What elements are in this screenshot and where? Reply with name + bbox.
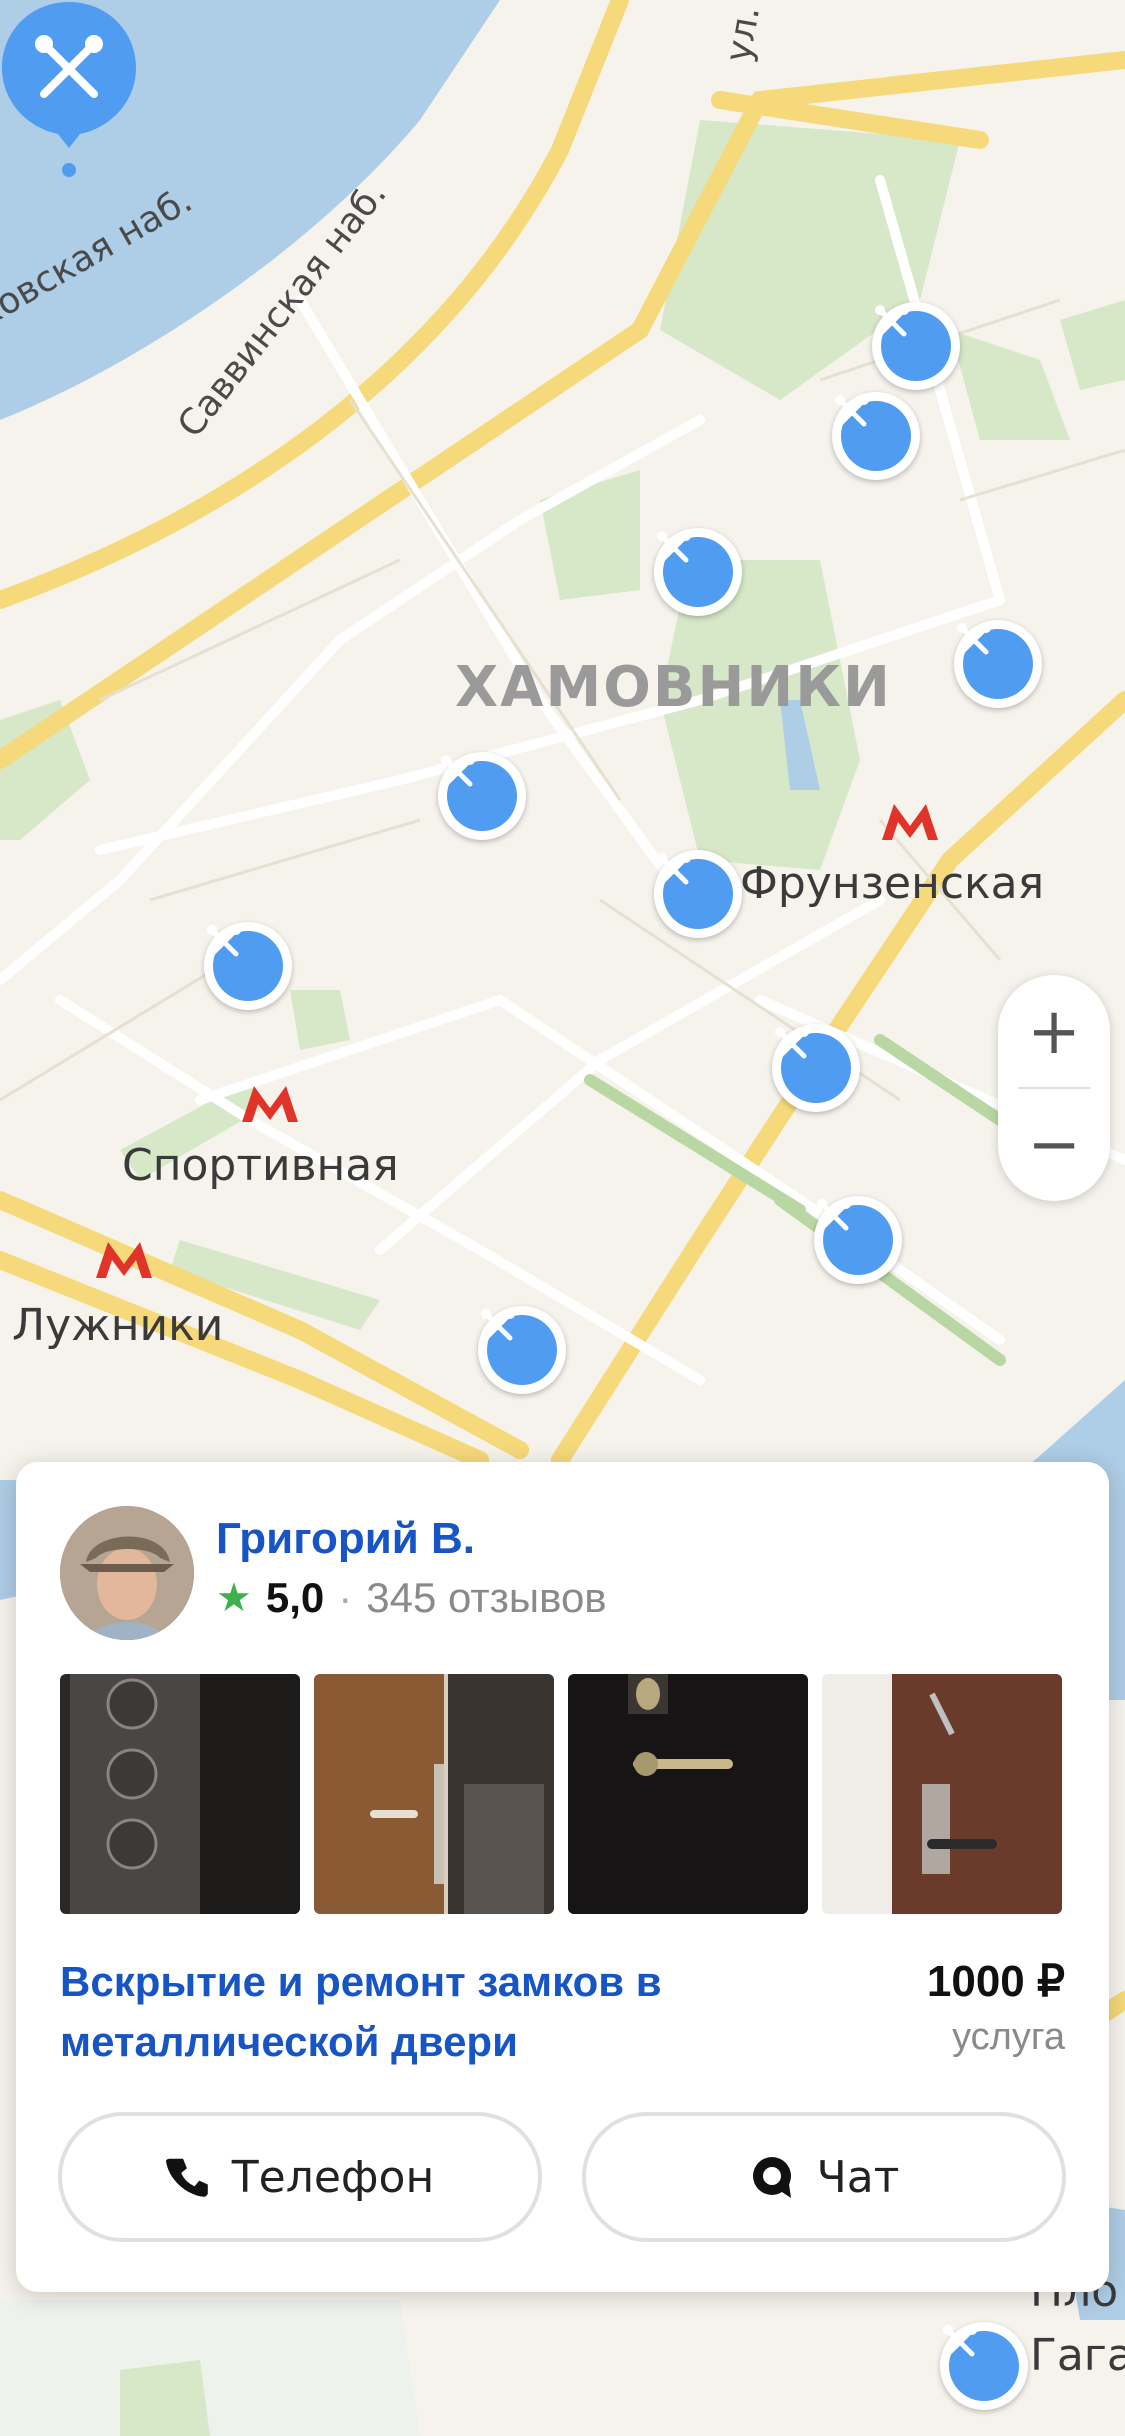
metro-m-icon <box>242 1086 298 1122</box>
chat-button[interactable]: Чат <box>582 2112 1066 2242</box>
map-pin[interactable] <box>832 392 920 480</box>
photo-thumbnail[interactable] <box>60 1674 300 1914</box>
zoom-control: + − <box>998 975 1110 1201</box>
tools-icon <box>835 395 869 427</box>
zoom-in-button[interactable]: + <box>998 975 1110 1088</box>
provider-name[interactable]: Григорий В. <box>216 1514 475 1564</box>
tools-icon <box>817 1199 851 1231</box>
tools-icon <box>957 623 991 655</box>
zoom-out-button[interactable]: − <box>998 1088 1110 1201</box>
tools-icon <box>207 925 241 957</box>
tools-icon <box>875 305 909 337</box>
chat-icon <box>749 2154 795 2200</box>
service-title[interactable]: Вскрытие и ремонт замков в металлической… <box>60 1952 760 2072</box>
map-pin[interactable] <box>478 1306 566 1394</box>
metro-m-icon <box>96 1242 152 1278</box>
metro-station-label: Спортивная <box>122 1140 399 1191</box>
map-pin[interactable] <box>204 922 292 1010</box>
photo-thumbnail[interactable] <box>314 1674 554 1914</box>
photo-strip[interactable] <box>60 1674 1080 1914</box>
tools-icon <box>481 1309 515 1341</box>
map-pin[interactable] <box>438 752 526 840</box>
metro-m-icon <box>882 804 938 840</box>
tools-icon <box>943 2325 977 2357</box>
map-pin[interactable] <box>654 850 742 938</box>
star-icon: ★ <box>216 1576 252 1620</box>
metro-station-label: Лужники <box>12 1300 224 1351</box>
phone-icon <box>165 2155 210 2199</box>
metro-station-label: Фрунзенская <box>740 858 1045 909</box>
reviews-count[interactable]: 345 отзывов <box>366 1574 606 1622</box>
district-label: ХАМОВНИКИ <box>455 655 892 720</box>
chat-button-label: Чат <box>816 2151 900 2203</box>
price: 1000 ₽ <box>926 1957 1065 2006</box>
door-photo <box>314 1674 554 1914</box>
photo-thumbnail[interactable] <box>822 1674 1062 1914</box>
rating-score: 5,0 <box>265 1574 325 1621</box>
map-pin[interactable] <box>872 302 960 390</box>
tools-icon <box>441 755 475 787</box>
phone-button-label: Телефон <box>231 2151 435 2203</box>
door-photo <box>822 1674 1062 1914</box>
rating-row: ★ 5,0 · 345 отзывов <box>216 1574 607 1622</box>
map-pin[interactable] <box>814 1196 902 1284</box>
door-photo <box>568 1674 808 1914</box>
map-pin[interactable] <box>772 1024 860 1112</box>
provider-card[interactable]: Григорий В. ★ 5,0 · 345 отзывов Вскрытие… <box>16 1462 1109 2292</box>
door-photo <box>60 1674 300 1914</box>
avatar[interactable] <box>60 1506 194 1640</box>
tools-icon <box>657 531 691 563</box>
phone-button[interactable]: Телефон <box>58 2112 542 2242</box>
tools-icon <box>775 1027 809 1059</box>
avatar-photo <box>60 1506 194 1640</box>
selected-map-pin[interactable] <box>0 0 138 180</box>
tools-icon <box>657 853 691 885</box>
map-label-partial: Гага <box>1030 2330 1125 2381</box>
map-pin[interactable] <box>940 2322 1028 2410</box>
photo-thumbnail[interactable] <box>568 1674 808 1914</box>
map-pin[interactable] <box>654 528 742 616</box>
separator-dot: · <box>338 1574 353 1621</box>
price-unit: услуга <box>952 2016 1065 2058</box>
map-pin[interactable] <box>954 620 1042 708</box>
